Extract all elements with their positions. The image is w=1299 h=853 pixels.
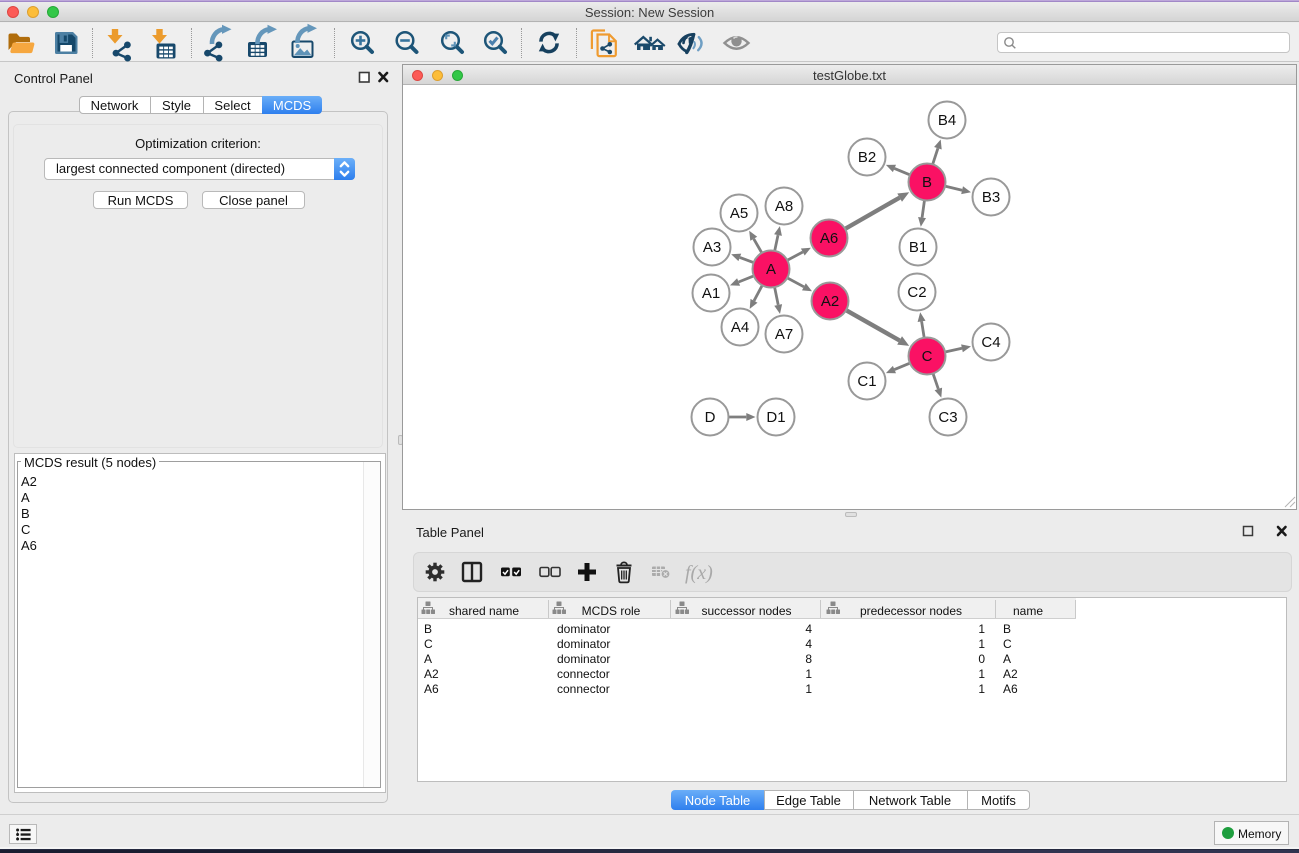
svg-text:B1: B1: [909, 239, 927, 256]
svg-text:A: A: [766, 261, 776, 278]
svg-text:A5: A5: [730, 205, 748, 222]
svg-text:B: B: [922, 174, 932, 191]
svg-text:A4: A4: [731, 319, 749, 336]
svg-text:C2: C2: [907, 284, 926, 301]
svg-text:A6: A6: [820, 230, 838, 247]
svg-text:A7: A7: [775, 326, 793, 343]
svg-text:C3: C3: [938, 409, 957, 426]
svg-text:A8: A8: [775, 198, 793, 215]
svg-text:f(x): f(x): [685, 562, 713, 584]
svg-text:B3: B3: [982, 189, 1000, 206]
svg-text:D1: D1: [766, 409, 785, 426]
svg-text:A1: A1: [702, 285, 720, 302]
svg-text:A2: A2: [821, 293, 839, 310]
svg-text:B4: B4: [938, 112, 956, 129]
svg-text:C: C: [922, 348, 933, 365]
svg-text:A3: A3: [703, 239, 721, 256]
svg-text:C4: C4: [981, 334, 1000, 351]
svg-text:B2: B2: [858, 149, 876, 166]
svg-text:D: D: [705, 409, 716, 426]
svg-text:C1: C1: [857, 373, 876, 390]
